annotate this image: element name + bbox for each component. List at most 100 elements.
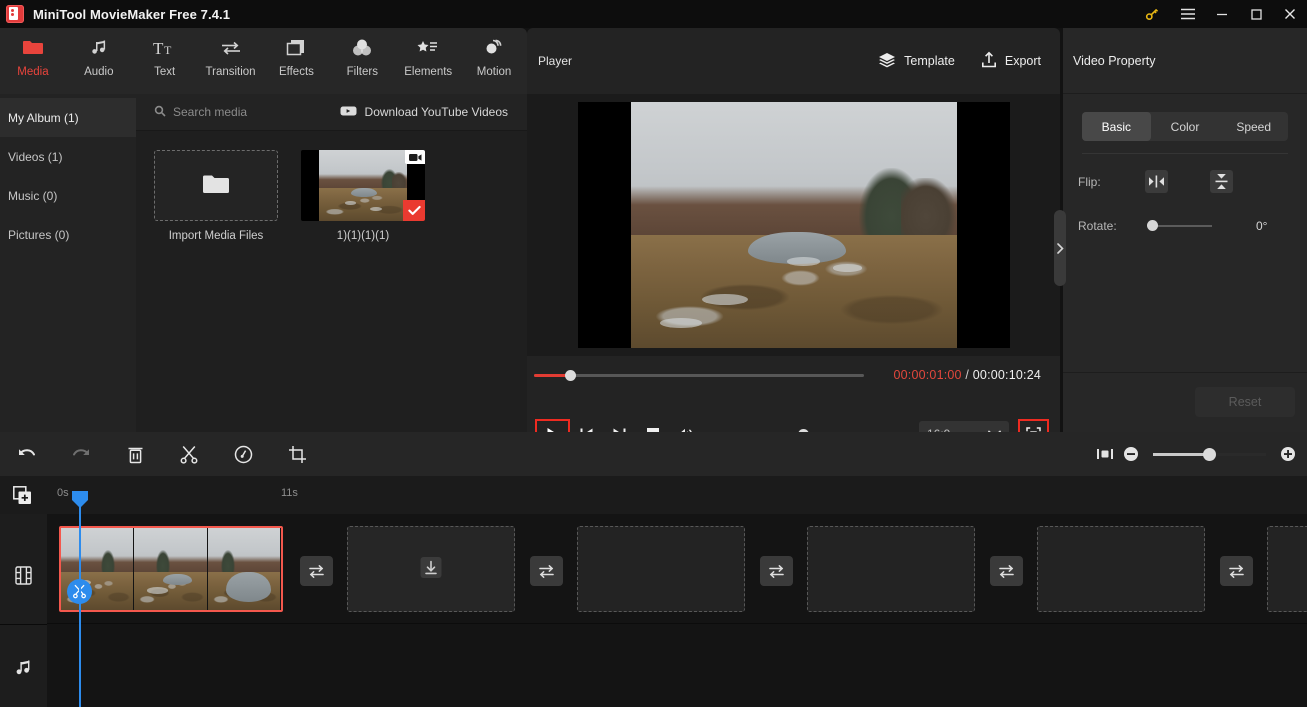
fit-timeline-icon[interactable] — [1092, 441, 1118, 467]
transition-icon — [219, 35, 243, 61]
sidebar-item-label: Music (0) — [8, 188, 58, 203]
sidebar-item-label: Videos (1) — [8, 149, 63, 164]
sidebar-item-music[interactable]: Music (0) — [0, 176, 136, 215]
playhead-handle[interactable] — [72, 491, 88, 508]
crop-button[interactable] — [270, 432, 324, 476]
search-placeholder: Search media — [173, 105, 248, 119]
seek-row: 00:00:01:00 / 00:00:10:24 — [527, 363, 1060, 387]
playhead-line — [79, 506, 81, 707]
undo-button[interactable] — [0, 432, 54, 476]
nav-tab-label: Elements — [404, 66, 453, 78]
video-preview-image — [630, 102, 957, 348]
time-separator: / — [965, 368, 970, 382]
delete-button[interactable] — [108, 432, 162, 476]
nav-tab-motion[interactable]: Motion — [461, 28, 527, 94]
media-thumbnail[interactable] — [301, 150, 425, 221]
import-media-cell[interactable]: Import Media Files — [154, 150, 278, 242]
nav-tab-transition[interactable]: Transition — [198, 28, 264, 94]
minimize-icon[interactable] — [1205, 0, 1239, 28]
timeline-clip[interactable] — [59, 526, 283, 612]
sidebar-item-my-album[interactable]: My Album (1) — [0, 98, 136, 137]
download-youtube-button[interactable]: Download YouTube Videos — [340, 105, 508, 120]
menu-icon[interactable] — [1171, 0, 1205, 28]
nav-tab-elements[interactable]: Elements — [395, 28, 461, 94]
nav-tab-audio[interactable]: Audio — [66, 28, 132, 94]
filters-icon — [351, 35, 373, 61]
panel-collapse-handle[interactable] — [1054, 210, 1066, 286]
transition-slot[interactable] — [300, 556, 333, 586]
transition-slot[interactable] — [1220, 556, 1253, 586]
reset-button[interactable]: Reset — [1195, 387, 1295, 417]
rotate-handle[interactable] — [1147, 220, 1158, 231]
flip-label: Flip: — [1078, 174, 1101, 189]
redo-button[interactable] — [54, 432, 108, 476]
current-time: 00:00:01:00 — [893, 368, 962, 382]
tab-speed[interactable]: Speed — [1219, 112, 1288, 141]
timeline-ruler[interactable]: 0s 11s — [0, 476, 1307, 514]
nav-tab-effects[interactable]: Effects — [264, 28, 330, 94]
nav-tab-label: Transition — [205, 66, 256, 78]
ruler-ticks: 0s 11s — [47, 476, 1307, 514]
import-media-tile[interactable] — [154, 150, 278, 221]
split-button[interactable] — [162, 432, 216, 476]
timeline-zoom-slider[interactable] — [1153, 447, 1266, 461]
nav-tab-text[interactable]: TT Text — [132, 28, 198, 94]
seek-slider[interactable] — [534, 369, 864, 381]
tab-label: Color — [1170, 119, 1200, 134]
main-nav: Media Audio TT Text Transition Effects F… — [0, 28, 527, 94]
sidebar-item-pictures[interactable]: Pictures (0) — [0, 215, 136, 254]
zoom-handle[interactable] — [1203, 447, 1216, 461]
divider — [1082, 153, 1288, 154]
export-button[interactable]: Export — [981, 51, 1041, 71]
media-drop-slot[interactable] — [577, 526, 745, 612]
video-type-badge — [405, 150, 425, 164]
zoom-in-button[interactable] — [1275, 441, 1301, 467]
zoom-out-button[interactable] — [1118, 441, 1144, 467]
nav-tab-media[interactable]: Media — [0, 28, 66, 94]
tab-color[interactable]: Color — [1151, 112, 1220, 141]
reset-label: Reset — [1228, 395, 1262, 409]
add-track-icon[interactable] — [12, 485, 32, 505]
media-browser: Search media Download YouTube Videos Imp… — [136, 94, 527, 432]
search-input[interactable]: Search media — [154, 105, 247, 120]
player-header: Player Template Export — [527, 28, 1060, 94]
download-placeholder-icon — [420, 556, 443, 582]
rotate-slider[interactable] — [1147, 220, 1212, 231]
effects-icon — [285, 35, 307, 61]
nav-tab-filters[interactable]: Filters — [329, 28, 395, 94]
media-toolbar: Search media Download YouTube Videos — [136, 94, 527, 131]
media-item[interactable]: 1)(1)(1)(1) — [301, 150, 425, 242]
video-preview[interactable] — [577, 102, 1010, 348]
elements-icon — [416, 35, 440, 61]
flip-vertical-button[interactable] — [1210, 170, 1233, 193]
search-icon — [154, 105, 166, 120]
media-drop-slot[interactable] — [807, 526, 975, 612]
flip-horizontal-button[interactable] — [1145, 170, 1168, 193]
layers-icon — [878, 52, 896, 71]
player-stage — [527, 94, 1060, 356]
sidebar-item-videos[interactable]: Videos (1) — [0, 137, 136, 176]
audio-track[interactable] — [47, 624, 1307, 707]
transition-slot[interactable] — [990, 556, 1023, 586]
maximize-icon[interactable] — [1239, 0, 1273, 28]
app-title: MiniTool MovieMaker Free 7.4.1 — [33, 6, 231, 22]
template-button[interactable]: Template — [878, 52, 955, 71]
media-drop-slot[interactable] — [1267, 526, 1307, 612]
media-drop-slot[interactable] — [347, 526, 515, 612]
video-track[interactable] — [47, 514, 1307, 624]
speed-button[interactable] — [216, 432, 270, 476]
close-icon[interactable] — [1273, 0, 1307, 28]
property-header: Video Property — [1063, 28, 1307, 94]
transition-slot[interactable] — [530, 556, 563, 586]
rotate-label: Rotate: — [1078, 219, 1117, 233]
folder-icon — [22, 35, 44, 61]
property-tabs: Basic Color Speed — [1082, 112, 1288, 141]
app-logo-icon — [6, 5, 24, 23]
key-icon[interactable] — [1133, 0, 1171, 28]
template-label: Template — [904, 54, 955, 68]
seek-handle[interactable] — [565, 369, 576, 381]
tab-basic[interactable]: Basic — [1082, 112, 1151, 141]
download-youtube-label: Download YouTube Videos — [364, 105, 508, 119]
transition-slot[interactable] — [760, 556, 793, 586]
media-drop-slot[interactable] — [1037, 526, 1205, 612]
